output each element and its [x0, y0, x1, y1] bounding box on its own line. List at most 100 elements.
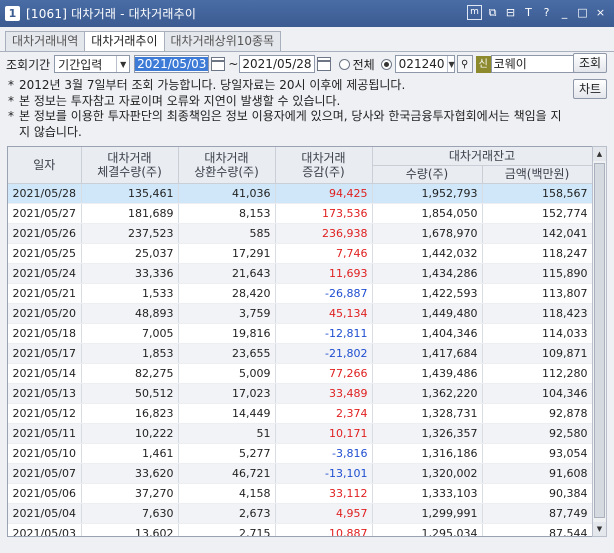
stock-name-field[interactable]: 코웨이: [490, 55, 586, 73]
calendar-icon[interactable]: [316, 57, 331, 71]
date-to-value[interactable]: 2021/05/28: [240, 57, 313, 71]
cell-repay-qty: 8,153: [178, 203, 276, 224]
link-icon[interactable]: ⧉: [485, 5, 500, 20]
cell-balance-qty: 1,678,970: [372, 223, 483, 244]
chevron-down-icon[interactable]: ▼: [116, 56, 129, 72]
tab-lending-top10[interactable]: 대차거래상위10종목: [163, 31, 282, 51]
cell-balance-amount: 118,247: [482, 243, 592, 264]
cell-contract-qty: 16,823: [81, 403, 179, 424]
cell-contract-qty: 37,270: [81, 483, 179, 504]
header-change[interactable]: 대차거래 증감(주): [275, 147, 373, 184]
header-contract-qty[interactable]: 대차거래 체결수량(주): [81, 147, 179, 184]
date-to-field[interactable]: 2021/05/28: [239, 55, 315, 73]
cell-change: -21,802: [275, 343, 373, 364]
scroll-thumb[interactable]: [594, 163, 605, 518]
header-date[interactable]: 일자: [8, 147, 82, 184]
minimize-icon[interactable]: _: [557, 5, 572, 20]
table-row[interactable]: 2021/05/04 7,630 2,673 4,957 1,299,991 87,749: [8, 503, 592, 524]
chevron-down-icon[interactable]: ▼: [447, 56, 455, 72]
cell-balance-qty: 1,316,186: [372, 443, 483, 464]
cell-contract-qty: 237,523: [81, 223, 179, 244]
table-row[interactable]: 2021/05/28 135,461 41,036 94,425 1,952,793 15…: [8, 183, 592, 204]
search-button[interactable]: 조회: [573, 53, 607, 73]
query-bar: 조회기간 기간입력 ▼ 2021/05/03 ~ 2021/05/28 전체 0…: [6, 54, 586, 74]
cell-balance-amount: 87,544: [482, 523, 592, 536]
cell-change: 10,171: [275, 423, 373, 444]
table-row[interactable]: 2021/05/24 33,336 21,643 11,693 1,434,286 115…: [8, 263, 592, 284]
notice-item: * 본 정보를 이용한 투자판단의 최종책임은 정보 이용자에게 있으며, 당사와…: [8, 109, 562, 139]
tab-lending-trend[interactable]: 대차거래추이: [84, 31, 165, 52]
cell-balance-qty: 1,439,486: [372, 363, 483, 384]
table-row[interactable]: 2021/05/12 16,823 14,449 2,374 1,328,731 92,8…: [8, 403, 592, 424]
layout-icon[interactable]: ⊟: [503, 5, 518, 20]
cell-repay-qty: 17,291: [178, 243, 276, 264]
table-row[interactable]: 2021/05/25 25,037 17,291 7,746 1,442,032 118,…: [8, 243, 592, 264]
table-row[interactable]: 2021/05/18 7,005 19,816 -12,811 1,404,346 114…: [8, 323, 592, 344]
radio-all[interactable]: [338, 58, 350, 70]
cell-change: 45,134: [275, 303, 373, 324]
table-row[interactable]: 2021/05/07 33,620 46,721 -13,101 1,320,002 91…: [8, 463, 592, 484]
notice-item: * 2012년 3월 7일부터 조회 가능합니다. 당일자료는 20시 이후에 제…: [8, 78, 406, 92]
cell-repay-qty: 46,721: [178, 463, 276, 484]
cell-balance-qty: 1,442,032: [372, 243, 483, 264]
table-row[interactable]: 2021/05/11 10,222 51 10,171 1,326,357 92,580: [8, 423, 592, 444]
table-row[interactable]: 2021/05/21 1,533 28,420 -26,887 1,422,593 113…: [8, 283, 592, 304]
radio-stock[interactable]: [380, 58, 392, 70]
cell-balance-qty: 1,328,731: [372, 403, 483, 424]
cell-contract-qty: 13,602: [81, 523, 179, 536]
search-icon[interactable]: ⚲: [456, 55, 473, 73]
header-balance-amount[interactable]: 금액(백만원): [482, 165, 592, 184]
pin-icon[interactable]: T: [521, 5, 536, 20]
window-number-badge: 1: [5, 6, 20, 21]
cell-balance-amount: 90,384: [482, 483, 592, 504]
table-row[interactable]: 2021/05/03 13,602 2,715 10,887 1,295,034 87,5…: [8, 523, 592, 536]
cell-balance-qty: 1,299,991: [372, 503, 483, 524]
cell-balance-qty: 1,854,050: [372, 203, 483, 224]
cell-change: 10,887: [275, 523, 373, 536]
cell-repay-qty: 28,420: [178, 283, 276, 304]
cell-date: 2021/05/21: [8, 283, 82, 304]
table-row[interactable]: 2021/05/10 1,461 5,277 -3,816 1,316,186 93,05…: [8, 443, 592, 464]
period-mode-value: 기간입력: [58, 57, 103, 72]
tab-lending-detail[interactable]: 대차거래내역: [5, 31, 86, 51]
cell-date: 2021/05/24: [8, 263, 82, 284]
scroll-up-icon[interactable]: ▲: [593, 147, 606, 161]
cell-contract-qty: 135,461: [81, 183, 179, 204]
scroll-down-icon[interactable]: ▼: [593, 522, 606, 536]
table-row[interactable]: 2021/05/17 1,853 23,655 -21,802 1,417,684 109…: [8, 343, 592, 364]
cell-repay-qty: 4,158: [178, 483, 276, 504]
memo-icon[interactable]: m: [467, 5, 482, 20]
header-balance-qty[interactable]: 수량(주): [372, 165, 483, 184]
table-row[interactable]: 2021/05/13 50,512 17,023 33,489 1,362,220 104…: [8, 383, 592, 404]
vertical-scrollbar[interactable]: ▲ ▼: [592, 146, 607, 537]
maximize-icon[interactable]: □: [575, 5, 590, 20]
date-from-field[interactable]: 2021/05/03: [134, 55, 210, 73]
cell-contract-qty: 7,005: [81, 323, 179, 344]
header-repay-qty[interactable]: 대차거래 상환수량(주): [178, 147, 276, 184]
cell-balance-amount: 112,280: [482, 363, 592, 384]
table-row[interactable]: 2021/05/27 181,689 8,153 173,536 1,854,050 15…: [8, 203, 592, 224]
table-row[interactable]: 2021/05/26 237,523 585 236,938 1,678,970 142,…: [8, 223, 592, 244]
cell-change: 2,374: [275, 403, 373, 424]
date-from-value[interactable]: 2021/05/03: [135, 57, 209, 71]
cell-repay-qty: 585: [178, 223, 276, 244]
stock-code-select[interactable]: 021240 ▼: [394, 55, 455, 73]
cell-balance-amount: 115,890: [482, 263, 592, 284]
cell-change: -13,101: [275, 463, 373, 484]
calendar-icon[interactable]: [211, 57, 226, 71]
table-row[interactable]: 2021/05/20 48,893 3,759 45,134 1,449,480 118,…: [8, 303, 592, 324]
table-row[interactable]: 2021/05/06 37,270 4,158 33,112 1,333,103 90,3…: [8, 483, 592, 504]
cell-repay-qty: 14,449: [178, 403, 276, 424]
cell-balance-amount: 104,346: [482, 383, 592, 404]
close-icon[interactable]: ×: [593, 5, 608, 20]
cell-balance-amount: 114,033: [482, 323, 592, 344]
cell-balance-amount: 113,807: [482, 283, 592, 304]
cell-repay-qty: 19,816: [178, 323, 276, 344]
table-row[interactable]: 2021/05/14 82,275 5,009 77,266 1,439,486 112,…: [8, 363, 592, 384]
lending-trend-table[interactable]: 일자 대차거래 체결수량(주) 대차거래 상환수량(주) 대차거래 증감(주) 대차거…: [7, 146, 593, 537]
period-mode-select[interactable]: 기간입력 ▼: [54, 55, 131, 73]
cell-balance-qty: 1,422,593: [372, 283, 483, 304]
help-icon[interactable]: ?: [539, 5, 554, 20]
cell-balance-qty: 1,449,480: [372, 303, 483, 324]
cell-repay-qty: 2,673: [178, 503, 276, 524]
